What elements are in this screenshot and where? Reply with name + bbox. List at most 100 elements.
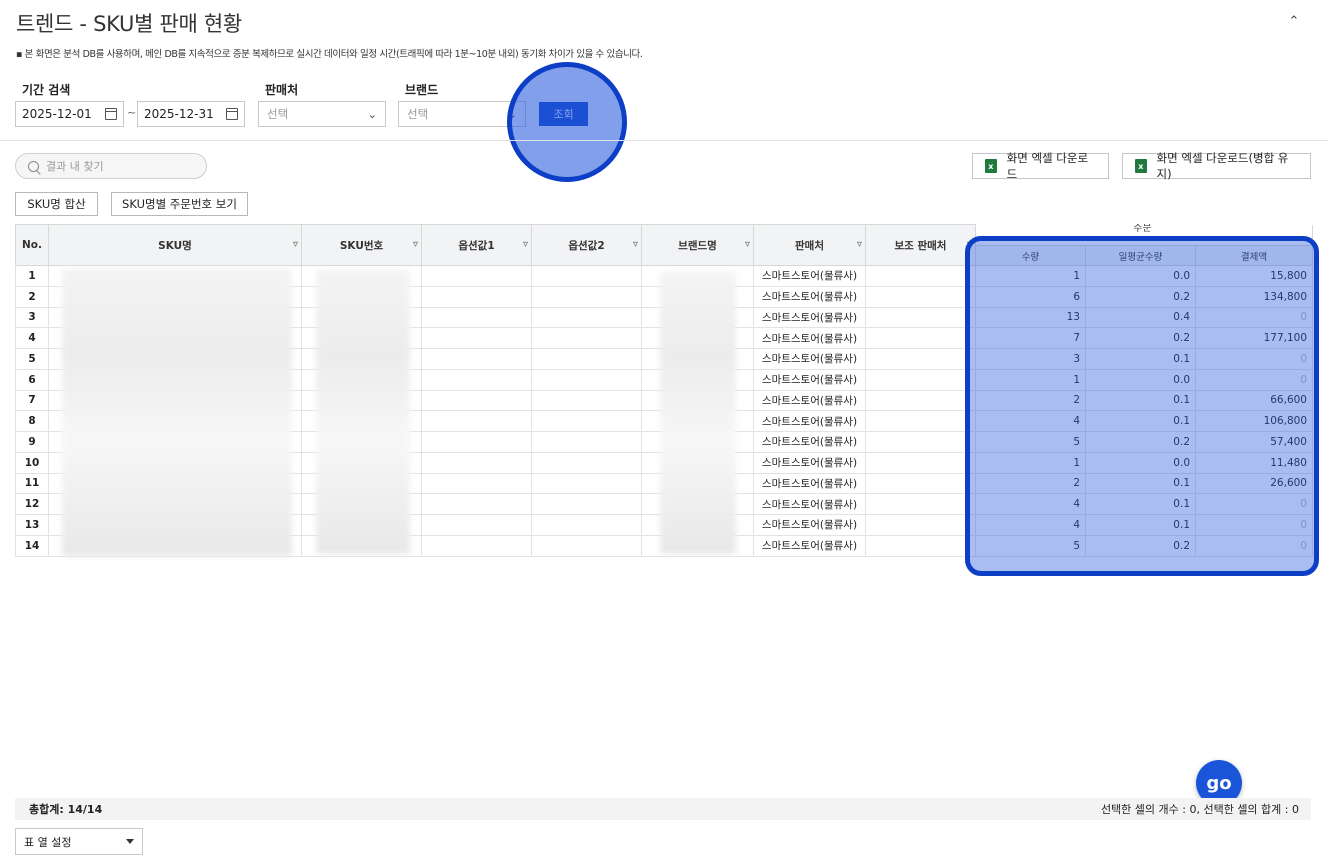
cell-sku-number[interactable] <box>301 493 422 515</box>
cell-sku-number[interactable] <box>301 472 422 495</box>
cell-sub-seller[interactable] <box>865 472 976 495</box>
cell-seller[interactable]: 스마트스토어(물류사) <box>753 410 866 432</box>
cell-avg-qty[interactable]: 0.1 <box>1085 472 1196 495</box>
cell-sku-number[interactable] <box>301 368 422 391</box>
cell-sub-seller[interactable] <box>865 306 976 329</box>
filter-icon[interactable]: ▿ <box>745 239 750 250</box>
cell-sku-number[interactable] <box>301 514 422 536</box>
cell-sku-name[interactable] <box>48 265 302 287</box>
cell-amount[interactable]: 0 <box>1195 534 1313 557</box>
cell-brand[interactable] <box>641 410 754 432</box>
cell-option2[interactable] <box>531 431 642 453</box>
col-header-option2[interactable]: 옵션값2 ▿ <box>531 224 642 266</box>
cell-qty[interactable]: 4 <box>975 410 1086 432</box>
cell-sku-number[interactable] <box>301 265 422 287</box>
cell-seller[interactable]: 스마트스토어(물류사) <box>753 451 866 474</box>
cell-sub-seller[interactable] <box>865 265 976 287</box>
col-header-sub-seller[interactable]: 보조 판매처 ▿ <box>865 224 976 266</box>
calendar-icon[interactable] <box>226 108 238 120</box>
cell-sub-seller[interactable] <box>865 451 976 474</box>
cell-sku-number[interactable] <box>301 534 422 557</box>
cell-qty[interactable]: 1 <box>975 451 1086 474</box>
cell-option2[interactable] <box>531 514 642 536</box>
cell-brand[interactable] <box>641 348 754 370</box>
cell-brand[interactable] <box>641 368 754 391</box>
cell-seller[interactable]: 스마트스토어(물류사) <box>753 389 866 412</box>
cell-brand[interactable] <box>641 265 754 287</box>
cell-sku-number[interactable] <box>301 431 422 453</box>
cell-sku-name[interactable] <box>48 451 302 474</box>
cell-no[interactable]: 14 <box>15 534 49 557</box>
cell-amount[interactable]: 177,100 <box>1195 327 1313 349</box>
cell-no[interactable]: 5 <box>15 348 49 370</box>
cell-qty[interactable]: 1 <box>975 368 1086 391</box>
cell-option1[interactable] <box>421 348 532 370</box>
cell-option2[interactable] <box>531 389 642 412</box>
cell-sku-number[interactable] <box>301 451 422 474</box>
cell-avg-qty[interactable]: 0.2 <box>1085 327 1196 349</box>
cell-brand[interactable] <box>641 389 754 412</box>
table-row[interactable]: 4 스마트스토어(물류사) 7 0.2 177,100 <box>15 327 1313 349</box>
brand-select[interactable]: 선택 ⌄ <box>398 101 526 127</box>
cell-sku-number[interactable] <box>301 306 422 329</box>
cell-option2[interactable] <box>531 410 642 432</box>
cell-brand[interactable] <box>641 514 754 536</box>
col-header-amount[interactable]: 결제액 <box>1195 245 1313 266</box>
col-header-avg-qty[interactable]: 일평균수량 <box>1085 245 1196 266</box>
cell-sku-name[interactable] <box>48 472 302 495</box>
col-header-option1[interactable]: 옵션값1 ▿ <box>421 224 532 266</box>
table-row[interactable]: 3 스마트스토어(물류사) 13 0.4 0 <box>15 306 1313 329</box>
col-header-no[interactable]: No. <box>15 224 49 266</box>
cell-amount[interactable]: 0 <box>1195 493 1313 515</box>
cell-seller[interactable]: 스마트스토어(물류사) <box>753 514 866 536</box>
cell-seller[interactable]: 스마트스토어(물류사) <box>753 368 866 391</box>
cell-avg-qty[interactable]: 0.1 <box>1085 410 1196 432</box>
cell-avg-qty[interactable]: 0.2 <box>1085 285 1196 308</box>
cell-brand[interactable] <box>641 493 754 515</box>
cell-sub-seller[interactable] <box>865 285 976 308</box>
cell-brand[interactable] <box>641 306 754 329</box>
cell-seller[interactable]: 스마트스토어(물류사) <box>753 431 866 453</box>
cell-no[interactable]: 4 <box>15 327 49 349</box>
cell-seller[interactable]: 스마트스토어(물류사) <box>753 348 866 370</box>
cell-qty[interactable]: 2 <box>975 389 1086 412</box>
cell-sku-name[interactable] <box>48 306 302 329</box>
cell-seller[interactable]: 스마트스토어(물류사) <box>753 493 866 515</box>
cell-qty[interactable]: 5 <box>975 431 1086 453</box>
cell-qty[interactable]: 4 <box>975 514 1086 536</box>
table-row[interactable]: 11 스마트스토어(물류사) 2 0.1 26,600 <box>15 472 1313 495</box>
cell-option1[interactable] <box>421 327 532 349</box>
cell-option2[interactable] <box>531 534 642 557</box>
cell-sku-number[interactable] <box>301 327 422 349</box>
cell-sku-number[interactable] <box>301 389 422 412</box>
cell-sku-number[interactable] <box>301 410 422 432</box>
col-header-seller[interactable]: 판매처 ▿ <box>753 224 866 266</box>
column-settings-select[interactable]: 표 열 설정 <box>15 828 143 855</box>
cell-qty[interactable]: 5 <box>975 534 1086 557</box>
cell-sku-name[interactable] <box>48 368 302 391</box>
cell-option2[interactable] <box>531 348 642 370</box>
cell-amount[interactable]: 134,800 <box>1195 285 1313 308</box>
cell-sku-number[interactable] <box>301 348 422 370</box>
cell-sub-seller[interactable] <box>865 493 976 515</box>
cell-option1[interactable] <box>421 368 532 391</box>
cell-no[interactable]: 2 <box>15 285 49 308</box>
cell-sku-name[interactable] <box>48 493 302 515</box>
cell-option2[interactable] <box>531 306 642 329</box>
cell-option2[interactable] <box>531 327 642 349</box>
cell-option2[interactable] <box>531 285 642 308</box>
cell-seller[interactable]: 스마트스토어(물류사) <box>753 285 866 308</box>
collapse-chevron-up-icon[interactable]: ⌃ <box>1286 14 1302 30</box>
table-row[interactable]: 9 스마트스토어(물류사) 5 0.2 57,400 <box>15 431 1313 453</box>
calendar-icon[interactable] <box>105 108 117 120</box>
cell-option1[interactable] <box>421 493 532 515</box>
cell-option2[interactable] <box>531 472 642 495</box>
cell-qty[interactable]: 3 <box>975 348 1086 370</box>
sku-order-number-button[interactable]: SKU명별 주문번호 보기 <box>111 192 248 216</box>
cell-option2[interactable] <box>531 368 642 391</box>
cell-sub-seller[interactable] <box>865 348 976 370</box>
cell-option1[interactable] <box>421 306 532 329</box>
cell-option1[interactable] <box>421 265 532 287</box>
cell-brand[interactable] <box>641 451 754 474</box>
table-row[interactable]: 5 스마트스토어(물류사) 3 0.1 0 <box>15 348 1313 370</box>
